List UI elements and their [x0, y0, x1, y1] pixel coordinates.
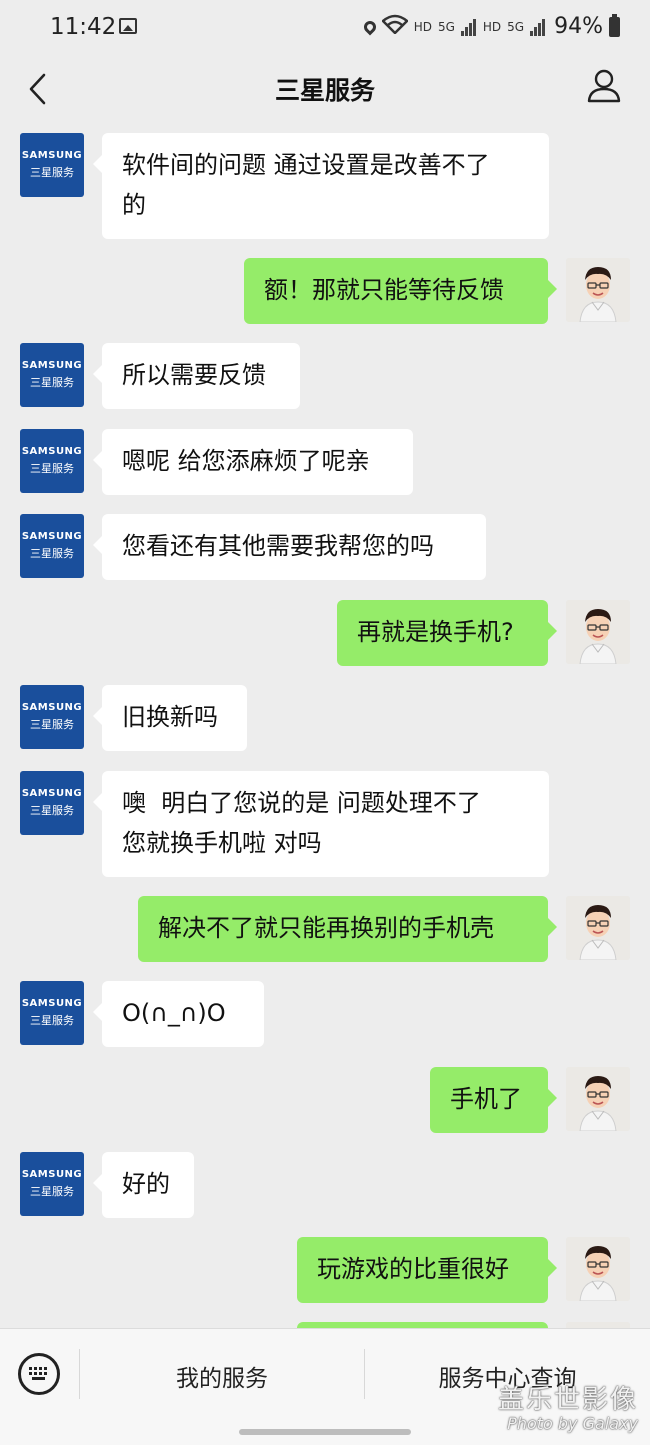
status-bar: 11:42 HD 5G HD 5G 94%: [0, 0, 650, 56]
status-icons: HD 5G HD 5G 94%: [361, 13, 620, 39]
samsung-service-avatar[interactable]: SAMSUNG 三星服务: [20, 771, 84, 835]
samsung-service-avatar[interactable]: SAMSUNG 三星服务: [20, 343, 84, 407]
avatar-service-text: 三星服务: [30, 1014, 74, 1027]
user-avatar[interactable]: [566, 1237, 630, 1301]
chat-message-list[interactable]: SAMSUNG 三星服务 软件间的问题 通过设置是改善不了 的 额！那就只能等待反…: [0, 126, 650, 1328]
samsung-service-avatar[interactable]: SAMSUNG 三星服务: [20, 981, 84, 1045]
avatar-service-text: 三星服务: [30, 547, 74, 560]
user-avatar-cartoon-icon: [566, 600, 630, 664]
avatar-service-text: 三星服务: [30, 1185, 74, 1198]
user-avatar[interactable]: [566, 258, 630, 322]
battery-percent: 94%: [554, 14, 603, 39]
user-avatar[interactable]: [566, 600, 630, 664]
network-type-2: 5G: [507, 19, 525, 34]
incoming-message-bubble[interactable]: 嗯呢 给您添麻烦了呢亲: [93, 429, 413, 495]
avatar-service-text: 三星服务: [30, 376, 74, 389]
incoming-message-bubble[interactable]: 软件间的问题 通过设置是改善不了 的: [93, 133, 549, 239]
page-title: 三星服务: [274, 76, 375, 105]
avatar-brand-text: SAMSUNG: [21, 788, 83, 799]
incoming-message-bubble[interactable]: 所以需要反馈: [93, 343, 300, 409]
avatar-brand-text: SAMSUNG: [21, 702, 83, 713]
samsung-service-avatar[interactable]: SAMSUNG 三星服务: [20, 133, 84, 197]
nav-bar: 三星服务: [0, 56, 650, 126]
hd-label-1: HD: [413, 19, 432, 34]
keyboard-toggle-icon[interactable]: [18, 1353, 60, 1395]
bottom-menu-bar: 我的服务 服务中心查询 盖乐世影像 Photo by Galaxy: [0, 1328, 650, 1445]
outgoing-message-bubble[interactable]: 额！那就只能等待反馈: [244, 258, 557, 324]
incoming-message-bubble[interactable]: 好的: [93, 1152, 194, 1218]
profile-icon[interactable]: [586, 68, 622, 104]
home-indicator[interactable]: [239, 1429, 411, 1435]
status-time: 11:42: [50, 14, 117, 40]
user-avatar-cartoon-icon: [566, 258, 630, 322]
avatar-brand-text: SAMSUNG: [21, 998, 83, 1009]
watermark-line-2: Photo by Galaxy: [507, 1414, 638, 1433]
avatar-service-text: 三星服务: [30, 166, 74, 179]
user-avatar-cartoon-icon: [566, 896, 630, 960]
battery-icon: [609, 13, 620, 37]
user-avatar[interactable]: [566, 1067, 630, 1131]
signal-icon-2: [530, 18, 546, 36]
menu-my-services[interactable]: 我的服务: [80, 1359, 364, 1393]
incoming-message-bubble[interactable]: 旧换新吗: [93, 685, 247, 751]
gallery-notification-icon: [119, 18, 137, 34]
galaxy-photo-watermark: 盖乐世影像 Photo by Galaxy: [498, 1379, 638, 1433]
outgoing-message-bubble[interactable]: 玩游戏的比重很好: [297, 1237, 557, 1303]
samsung-service-avatar[interactable]: SAMSUNG 三星服务: [20, 1152, 84, 1216]
avatar-brand-text: SAMSUNG: [21, 446, 83, 457]
signal-icon-1: [460, 18, 477, 36]
outgoing-message-bubble[interactable]: 手机了: [430, 1067, 557, 1133]
avatar-brand-text: SAMSUNG: [21, 150, 83, 161]
samsung-service-avatar[interactable]: SAMSUNG 三星服务: [20, 514, 84, 578]
avatar-brand-text: SAMSUNG: [21, 360, 83, 371]
avatar-brand-text: SAMSUNG: [21, 1169, 83, 1180]
network-type-1: 5G: [437, 19, 455, 34]
user-avatar-cartoon-icon: [566, 1237, 630, 1301]
avatar-service-text: 三星服务: [30, 718, 74, 731]
avatar-service-text: 三星服务: [30, 804, 74, 817]
location-icon: [361, 18, 379, 35]
watermark-line-1: 盖乐世影像: [497, 1385, 638, 1415]
outgoing-message-bubble[interactable]: 再就是换手机?: [337, 600, 557, 666]
user-avatar-cartoon-icon: [566, 1067, 630, 1131]
avatar-service-text: 三星服务: [30, 462, 74, 475]
hd-label-2: HD: [482, 19, 502, 34]
incoming-message-bubble[interactable]: O(∩_∩)O: [93, 981, 264, 1047]
samsung-service-avatar[interactable]: SAMSUNG 三星服务: [20, 685, 84, 749]
incoming-message-bubble[interactable]: 噢 明白了您说的是 问题处理不了 您就换手机啦 对吗: [93, 771, 549, 877]
user-avatar[interactable]: [566, 896, 630, 960]
wifi-icon: [380, 14, 409, 39]
outgoing-message-bubble[interactable]: 解决不了就只能再换别的手机壳: [138, 896, 557, 962]
incoming-message-bubble[interactable]: 您看还有其他需要我帮您的吗: [93, 514, 486, 580]
avatar-brand-text: SAMSUNG: [21, 531, 83, 542]
samsung-service-avatar[interactable]: SAMSUNG 三星服务: [20, 429, 84, 493]
